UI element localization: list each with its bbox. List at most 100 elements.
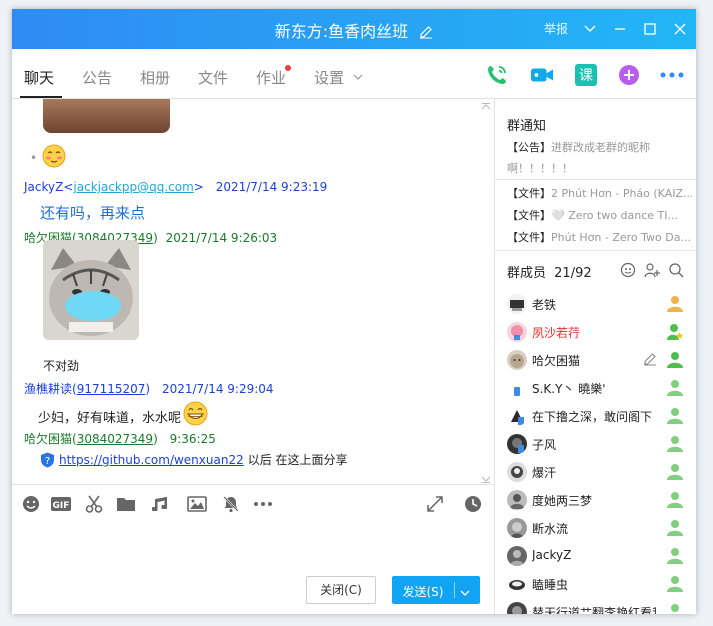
gif-icon[interactable]: GIF (50, 493, 72, 515)
avatar (507, 434, 527, 454)
announcement-line[interactable]: 【公告】进群改成老群的昵称 (507, 139, 692, 155)
edit-icon[interactable] (643, 352, 657, 369)
tab-homework[interactable]: 作业 (256, 67, 286, 88)
message-image[interactable] (43, 99, 170, 133)
tab-announcement[interactable]: 公告 (82, 67, 112, 88)
edit-title-icon[interactable] (419, 24, 433, 43)
file-item[interactable]: 【文件】Phút Hơn - Zero Two Da... (507, 229, 692, 245)
close-button[interactable]: 关闭(C) (306, 576, 376, 604)
member-icon (667, 575, 683, 593)
avatar (507, 546, 527, 566)
member-name: 度她两三梦 (532, 494, 593, 508)
sender-email-link[interactable]: jackjackpp@qq.com (73, 180, 193, 194)
message-header: 渔樵耕读(917115207) 2021/7/14 9:29:04 (24, 380, 274, 397)
member-name: 瞌睡虫 (532, 578, 569, 592)
add-member-icon[interactable] (644, 262, 660, 281)
blush-emoji-icon (42, 144, 66, 171)
github-link[interactable]: https://github.com/wenxuan22 (59, 453, 244, 467)
member-item[interactable]: 爆汗 (495, 458, 696, 486)
title-bar: 新东方:鱼香肉丝班 举报 (12, 9, 696, 49)
chat-window: 新东方:鱼香肉丝班 举报 聊天 公告 相册 文件 作业 设置 课 • Jacky… (12, 9, 696, 614)
member-name: 爆汗 (532, 466, 557, 480)
sender-name[interactable]: 哈欠困猫 (24, 432, 72, 446)
minimize-icon[interactable] (612, 21, 628, 37)
member-name: 断水流 (532, 522, 569, 536)
close-icon[interactable] (672, 21, 688, 37)
message-time: 2021/7/14 9:26:03 (165, 231, 278, 245)
member-item[interactable]: 度她两三梦 (495, 486, 696, 514)
message-time: 2021/7/14 9:29:04 (161, 382, 274, 396)
member-search-people-icon[interactable] (620, 262, 636, 281)
folder-icon[interactable] (115, 493, 137, 515)
active-tab-underline (20, 96, 62, 98)
svg-text:课: 课 (579, 68, 593, 84)
member-item[interactable]: 瞌睡虫 (495, 570, 696, 598)
maximize-icon[interactable] (642, 21, 658, 37)
search-icon[interactable] (668, 262, 684, 281)
svg-text:?: ? (45, 456, 50, 467)
send-label: 发送(S) (402, 585, 444, 599)
member-item[interactable]: 老铁 (495, 290, 696, 318)
message-list[interactable]: • JackyZ<jackjackpp@qq.com> 2021/7/14 9:… (12, 99, 494, 484)
sender-qq-link[interactable]: 3084027349 (77, 432, 153, 446)
tab-files[interactable]: 文件 (198, 67, 228, 88)
file-item[interactable]: 【文件】🤍 Zero two dance TI... (507, 207, 692, 223)
scroll-up-icon[interactable] (480, 101, 492, 111)
file-tag: 【文件】 (507, 209, 551, 222)
image-icon[interactable] (186, 493, 208, 515)
class-icon[interactable]: 课 (574, 63, 598, 87)
send-button[interactable]: 发送(S) (392, 576, 480, 604)
settings-chevron-icon (353, 74, 363, 80)
sender-name[interactable]: JackyZ (24, 180, 63, 194)
avatar (507, 462, 527, 482)
voice-call-icon[interactable] (485, 63, 509, 87)
expand-icon[interactable] (424, 493, 446, 515)
message-text: 以后 在这上面分享 (247, 453, 348, 467)
member-item[interactable]: JackyZ (495, 542, 696, 570)
member-item[interactable]: 替天行道艹翻李艳红看我 (495, 598, 696, 614)
emoji-icon[interactable] (20, 493, 42, 515)
window-title: 新东方:鱼香肉丝班 (274, 22, 409, 41)
member-name: JackyZ (532, 548, 572, 562)
announcement-tag: 【公告】 (507, 141, 551, 154)
unread-dot (285, 65, 291, 71)
tab-album[interactable]: 相册 (140, 67, 170, 88)
report-button[interactable]: 举报 (544, 20, 568, 37)
window-controls: 举报 (544, 20, 688, 37)
member-name: 老铁 (532, 298, 557, 312)
avatar (507, 322, 527, 342)
cat-sticker-image[interactable] (43, 240, 139, 340)
file-item[interactable]: 【文件】2 Phút Hơn - Pháo (KAIZ... (507, 185, 692, 201)
member-name: S.K.Y丶 曉樂' (532, 382, 606, 396)
history-clock-icon[interactable] (462, 493, 484, 515)
member-item[interactable]: 哈欠困猫 (495, 346, 696, 374)
member-item[interactable]: 夙沙若荇 (495, 318, 696, 346)
tab-chat[interactable]: 聊天 (24, 67, 54, 88)
video-call-icon[interactable] (530, 63, 554, 87)
tab-settings[interactable]: 设置 (314, 67, 363, 88)
member-icon (667, 463, 683, 481)
owner-icon (667, 295, 683, 313)
contact-open: < (63, 180, 74, 194)
message-header: JackyZ<jackjackpp@qq.com> 2021/7/14 9:23… (24, 180, 327, 194)
chevron-down-icon[interactable] (582, 21, 598, 37)
notice-title: 群通知 (507, 119, 547, 134)
admin-star-icon (667, 323, 683, 341)
scroll-down-icon[interactable] (480, 473, 492, 483)
avatar (507, 350, 527, 370)
add-app-icon[interactable] (617, 63, 641, 87)
screenshot-scissors-icon[interactable] (83, 493, 105, 515)
sender-name[interactable]: 渔樵耕读 (24, 382, 72, 396)
mute-bell-icon[interactable] (220, 493, 242, 515)
member-item[interactable]: 断水流 (495, 514, 696, 542)
more-tools-icon[interactable] (252, 493, 274, 515)
send-options-chevron-icon[interactable] (460, 586, 470, 600)
avatar (507, 602, 527, 614)
member-item[interactable]: 在下撸之深，敢问阁下 (495, 402, 696, 430)
message-time: 2021/7/14 9:23:19 (215, 180, 328, 194)
more-icon[interactable] (660, 63, 684, 87)
music-note-icon[interactable] (149, 493, 171, 515)
member-item[interactable]: 子风 (495, 430, 696, 458)
member-item[interactable]: S.K.Y丶 曉樂' (495, 374, 696, 402)
sender-qq-link[interactable]: 917115207 (77, 382, 146, 396)
